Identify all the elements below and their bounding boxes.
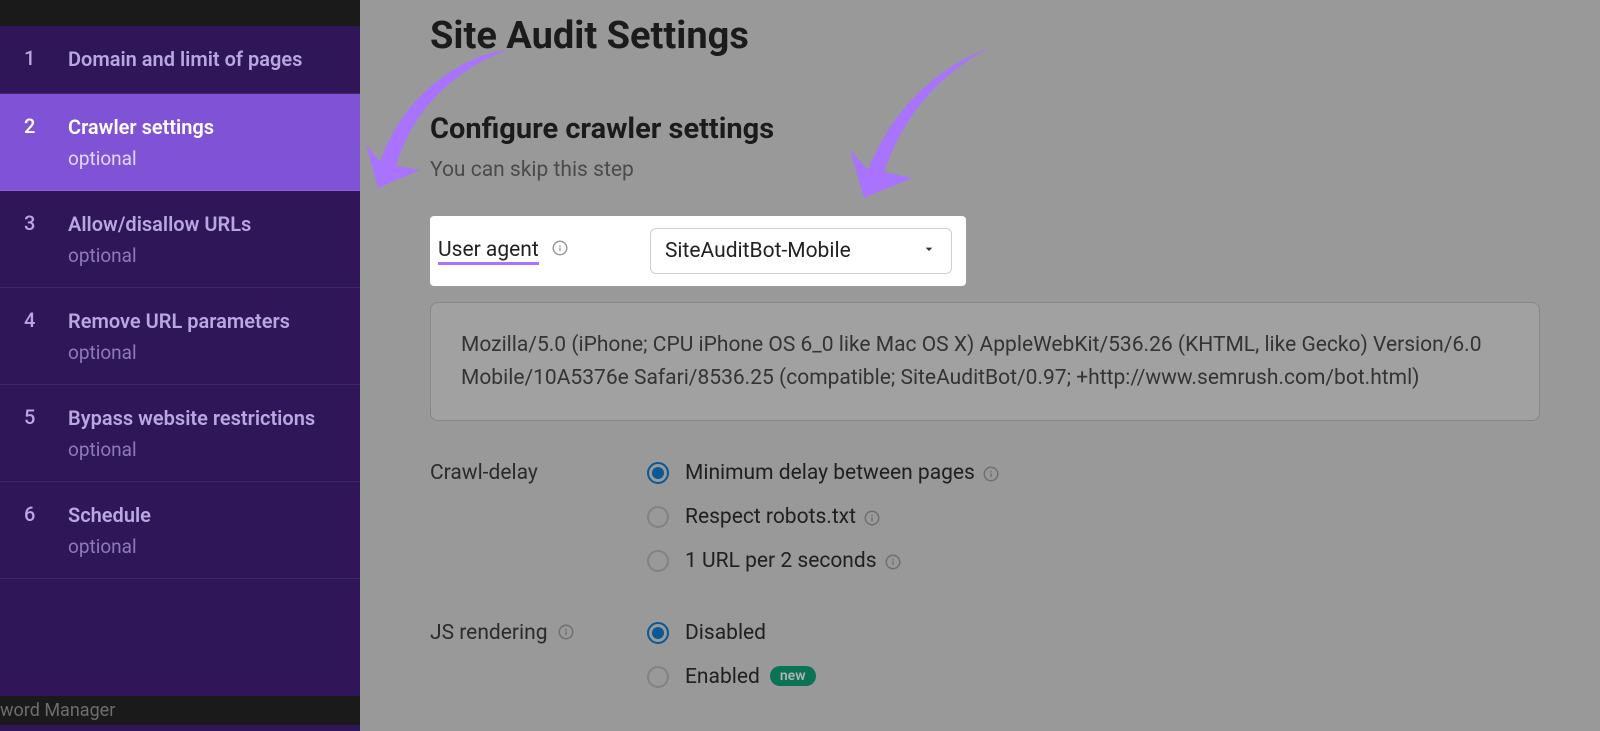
js-rendering-label: JS rendering	[430, 621, 647, 709]
chevron-down-icon	[921, 239, 937, 263]
step-allow-disallow-urls[interactable]: 3 Allow/disallow URLs optional	[0, 191, 360, 288]
step-number: 6	[24, 502, 68, 526]
option-text: Minimum delay between pages	[685, 461, 975, 485]
js-rendering-option-disabled[interactable]: Disabled	[647, 621, 1600, 645]
option-text: Disabled	[685, 621, 766, 645]
info-icon[interactable]	[883, 552, 903, 572]
sidebar-top-strip	[0, 0, 360, 26]
step-number: 5	[24, 405, 68, 429]
info-icon[interactable]	[556, 622, 576, 642]
option-text: 1 URL per 2 seconds	[685, 549, 877, 573]
radio-icon	[647, 550, 669, 572]
info-icon[interactable]	[550, 238, 570, 258]
step-title: Bypass website restrictions	[68, 405, 344, 432]
user-agent-select[interactable]: SiteAuditBot-Mobile	[650, 228, 952, 274]
step-subtitle: optional	[68, 341, 344, 364]
sidebar-footer-text: word Manager	[0, 696, 360, 725]
settings-steps-sidebar: 1 Domain and limit of pages 2 Crawler se…	[0, 0, 360, 731]
js-rendering-group: JS rendering Disabled Enabled new	[430, 621, 1600, 709]
radio-icon	[647, 462, 669, 484]
page-title: Site Audit Settings	[430, 0, 1600, 58]
step-title: Allow/disallow URLs	[68, 211, 344, 238]
crawl-delay-option-1per2[interactable]: 1 URL per 2 seconds	[647, 549, 1600, 573]
info-icon[interactable]	[981, 464, 1001, 484]
step-number: 2	[24, 114, 68, 138]
radio-icon	[647, 666, 669, 688]
user-agent-string-box: Mozilla/5.0 (iPhone; CPU iPhone OS 6_0 l…	[430, 302, 1540, 421]
crawl-delay-option-robots[interactable]: Respect robots.txt	[647, 505, 1600, 529]
option-text: Enabled	[685, 665, 760, 689]
step-bypass-restrictions[interactable]: 5 Bypass website restrictions optional	[0, 385, 360, 482]
skip-hint: You can skip this step	[430, 158, 1600, 182]
step-number: 4	[24, 308, 68, 332]
step-remove-url-parameters[interactable]: 4 Remove URL parameters optional	[0, 288, 360, 385]
radio-icon	[647, 622, 669, 644]
crawl-delay-group: Crawl-delay Minimum delay between pages …	[430, 461, 1600, 593]
user-agent-label: User agent	[436, 233, 574, 270]
user-agent-row: User agent SiteAuditBot-Mobile	[430, 216, 966, 286]
info-icon[interactable]	[862, 508, 882, 528]
crawl-delay-label: Crawl-delay	[430, 461, 647, 593]
step-schedule[interactable]: 6 Schedule optional	[0, 482, 360, 579]
settings-main-panel: Site Audit Settings Configure crawler se…	[360, 0, 1600, 731]
step-number: 3	[24, 211, 68, 235]
step-domain-and-limit[interactable]: 1 Domain and limit of pages	[0, 26, 360, 94]
user-agent-label-text: User agent	[438, 238, 539, 265]
step-number: 1	[24, 46, 68, 70]
step-crawler-settings[interactable]: 2 Crawler settings optional	[0, 94, 360, 191]
section-title: Configure crawler settings	[430, 112, 1600, 146]
option-text: Respect robots.txt	[685, 505, 856, 529]
step-title: Schedule	[68, 502, 344, 529]
js-rendering-option-enabled[interactable]: Enabled new	[647, 665, 1600, 689]
crawl-delay-option-minimum[interactable]: Minimum delay between pages	[647, 461, 1600, 485]
step-subtitle: optional	[68, 535, 344, 558]
step-subtitle: optional	[68, 244, 344, 267]
step-title: Domain and limit of pages	[68, 46, 344, 73]
new-badge: new	[770, 666, 816, 686]
step-subtitle: optional	[68, 147, 344, 170]
user-agent-selected: SiteAuditBot-Mobile	[665, 239, 851, 263]
step-title: Crawler settings	[68, 114, 344, 141]
step-subtitle: optional	[68, 438, 344, 461]
step-title: Remove URL parameters	[68, 308, 344, 335]
radio-icon	[647, 506, 669, 528]
